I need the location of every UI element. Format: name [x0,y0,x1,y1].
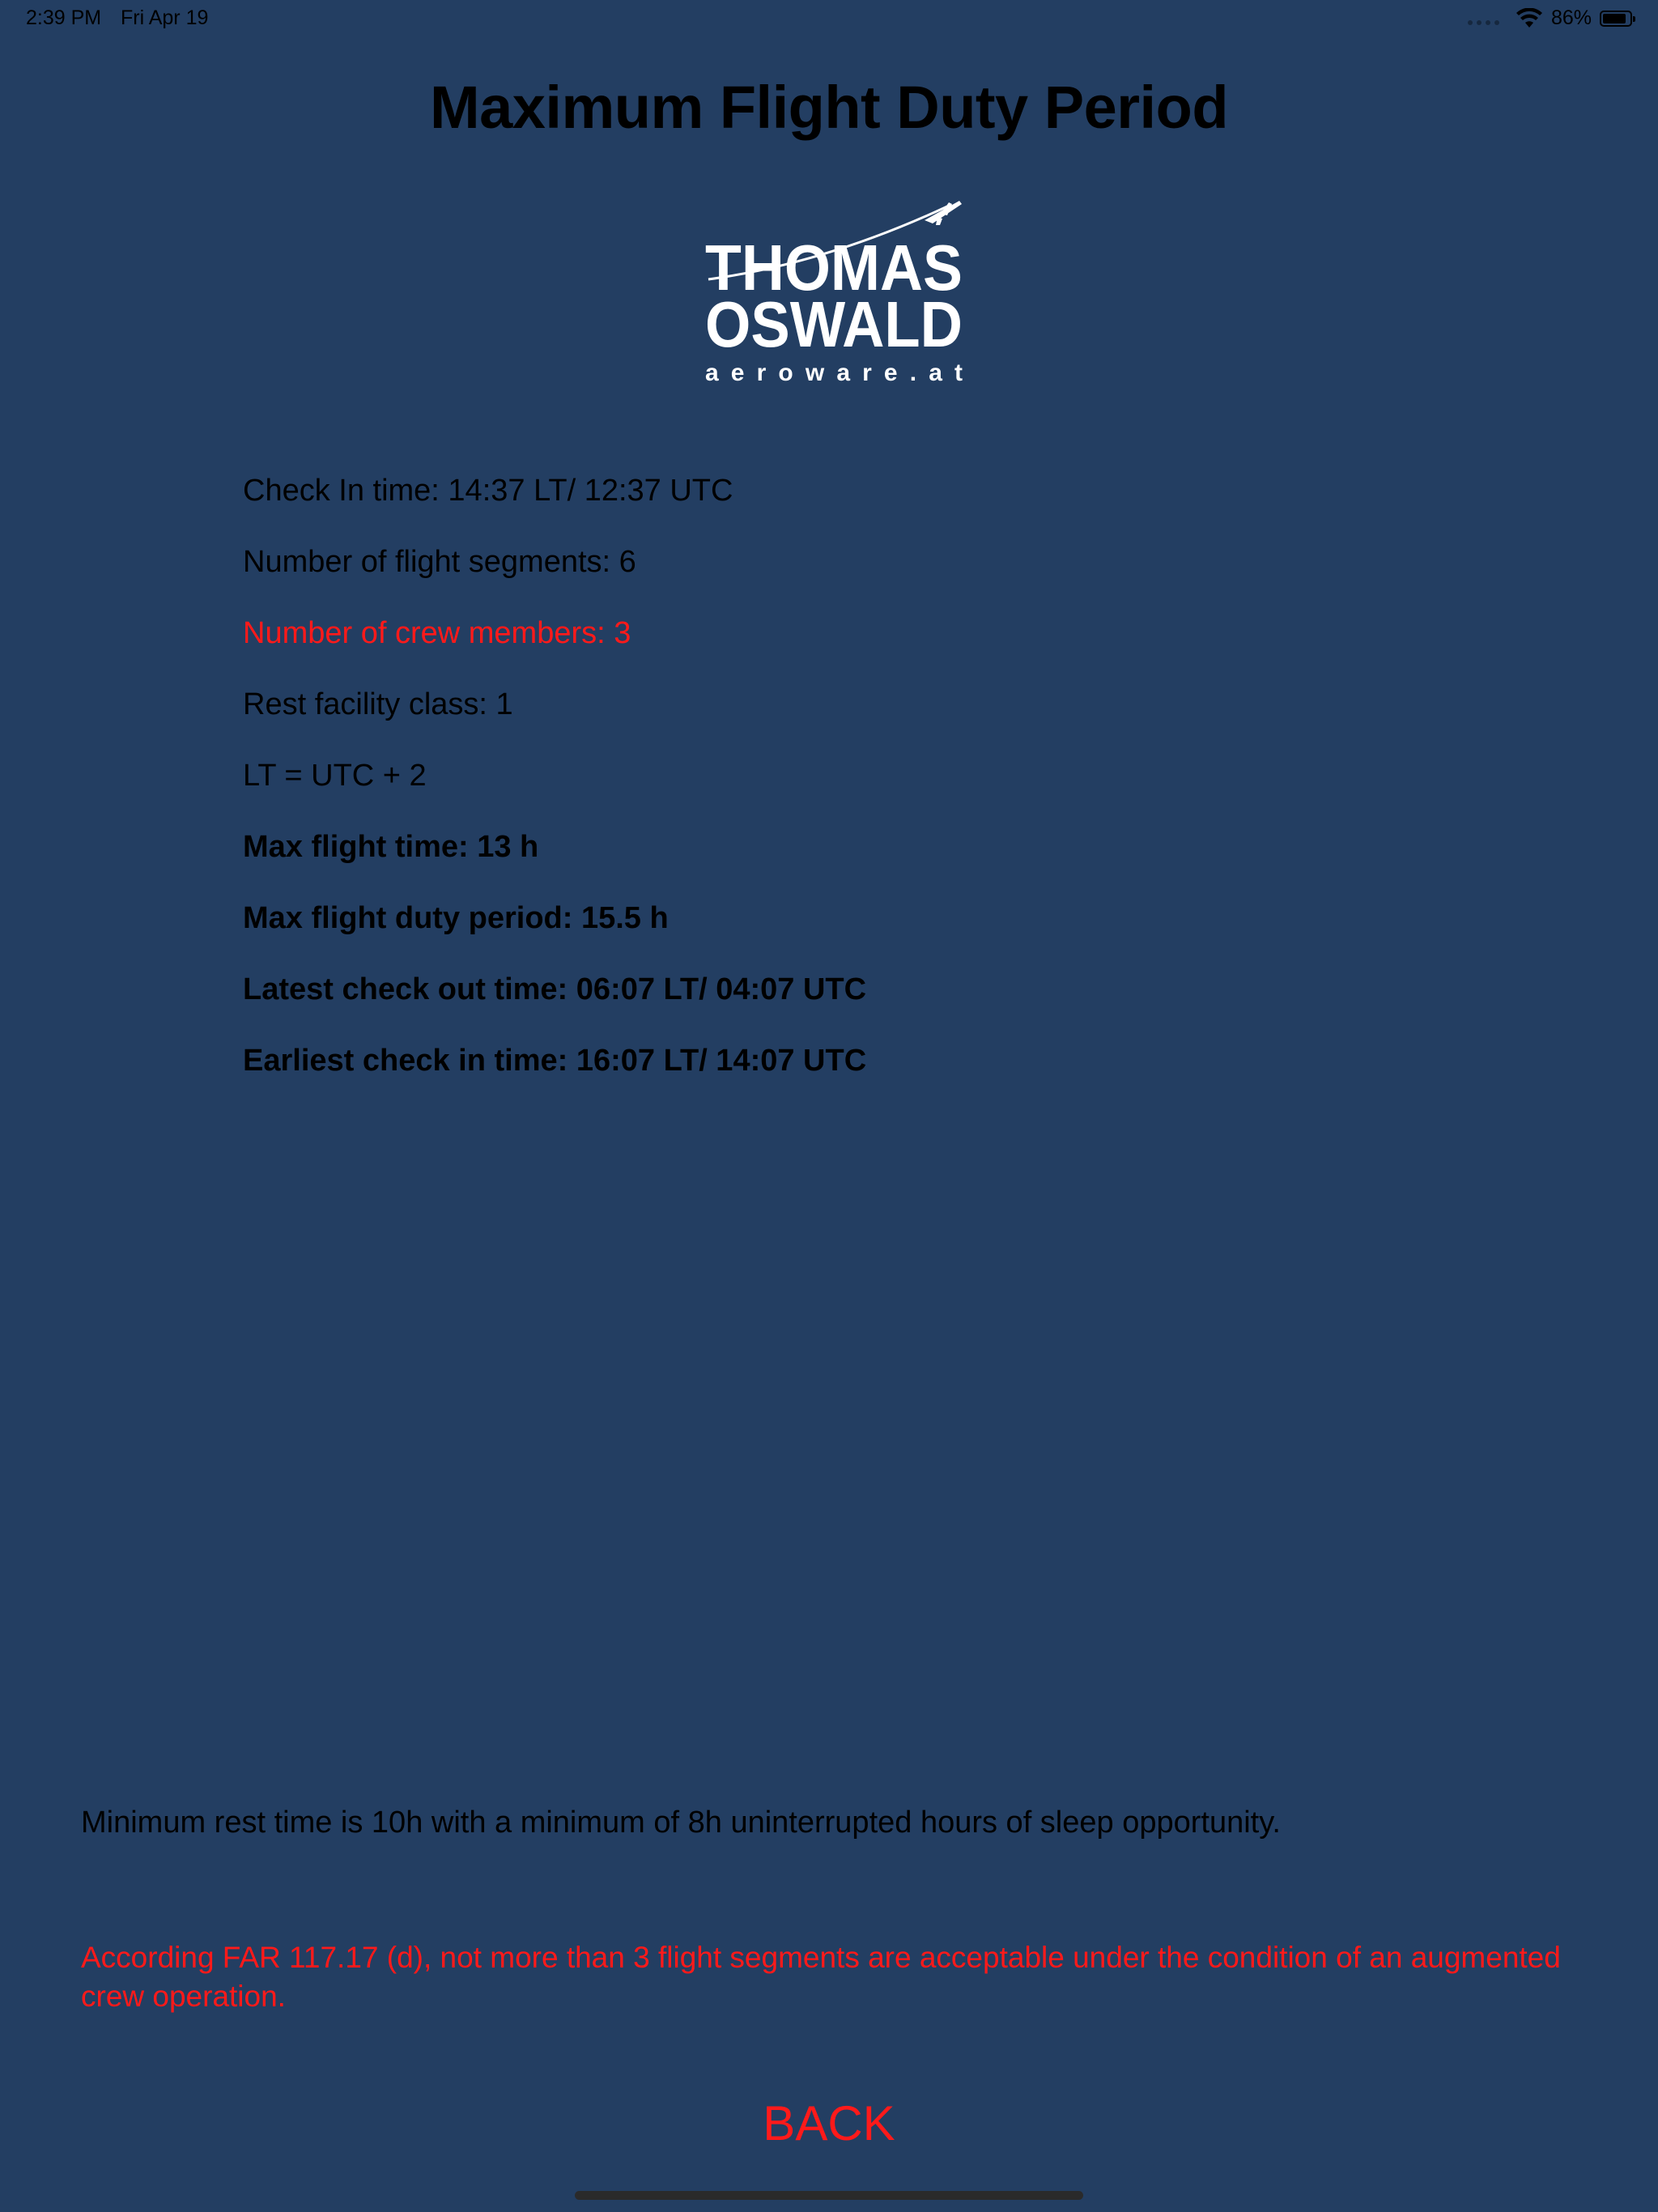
back-button[interactable]: BACK [0,2095,1658,2151]
home-indicator[interactable] [575,2191,1083,2200]
earliest-check-in-time: Earliest check in time: 16:07 LT/ 14:07 … [243,1044,867,1078]
flight-segments: Number of flight segments: 6 [243,545,636,579]
crew-members: Number of crew members: 3 [243,616,631,650]
battery-level-fill [1603,13,1626,23]
wifi-icon [1516,7,1542,28]
status-indicators: 86% [1467,6,1635,30]
check-in-time: Check In time: 14:37 LT/ 12:37 UTC [243,474,733,508]
battery-percent: 86% [1550,6,1592,29]
far-warning-message: According FAR 117.17 (d), not more than … [81,1941,1561,2013]
logo-line-2: OSWALD [705,288,963,360]
flight-info-list: Check In time: 14:37 LT/ 12:37 UTC Numbe… [243,468,866,1109]
lt-utc-offset: LT = UTC + 2 [243,759,427,793]
status-date: Fri Apr 19 [121,6,209,29]
max-flight-time: Max flight time: 13 h [243,830,539,864]
status-time: 2:39 PM [26,6,102,29]
rest-facility-class: Rest facility class: 1 [243,687,513,721]
cellular-dots-icon [1467,12,1499,25]
battery-icon [1600,10,1635,27]
status-bar: 2:39 PM Fri Apr 19 86% [0,0,1658,39]
rest-time-note: Minimum rest time is 10h with a minimum … [81,1806,1281,1840]
max-flight-duty-period: Max flight duty period: 15.5 h [243,901,669,935]
latest-check-out-time: Latest check out time: 06:07 LT/ 04:07 U… [243,972,867,1006]
page-title: Maximum Flight Duty Period [429,74,1229,141]
back-button-label[interactable]: BACK [746,2093,911,2154]
company-logo: THOMAS OSWALD aeroware.at [631,170,1036,405]
